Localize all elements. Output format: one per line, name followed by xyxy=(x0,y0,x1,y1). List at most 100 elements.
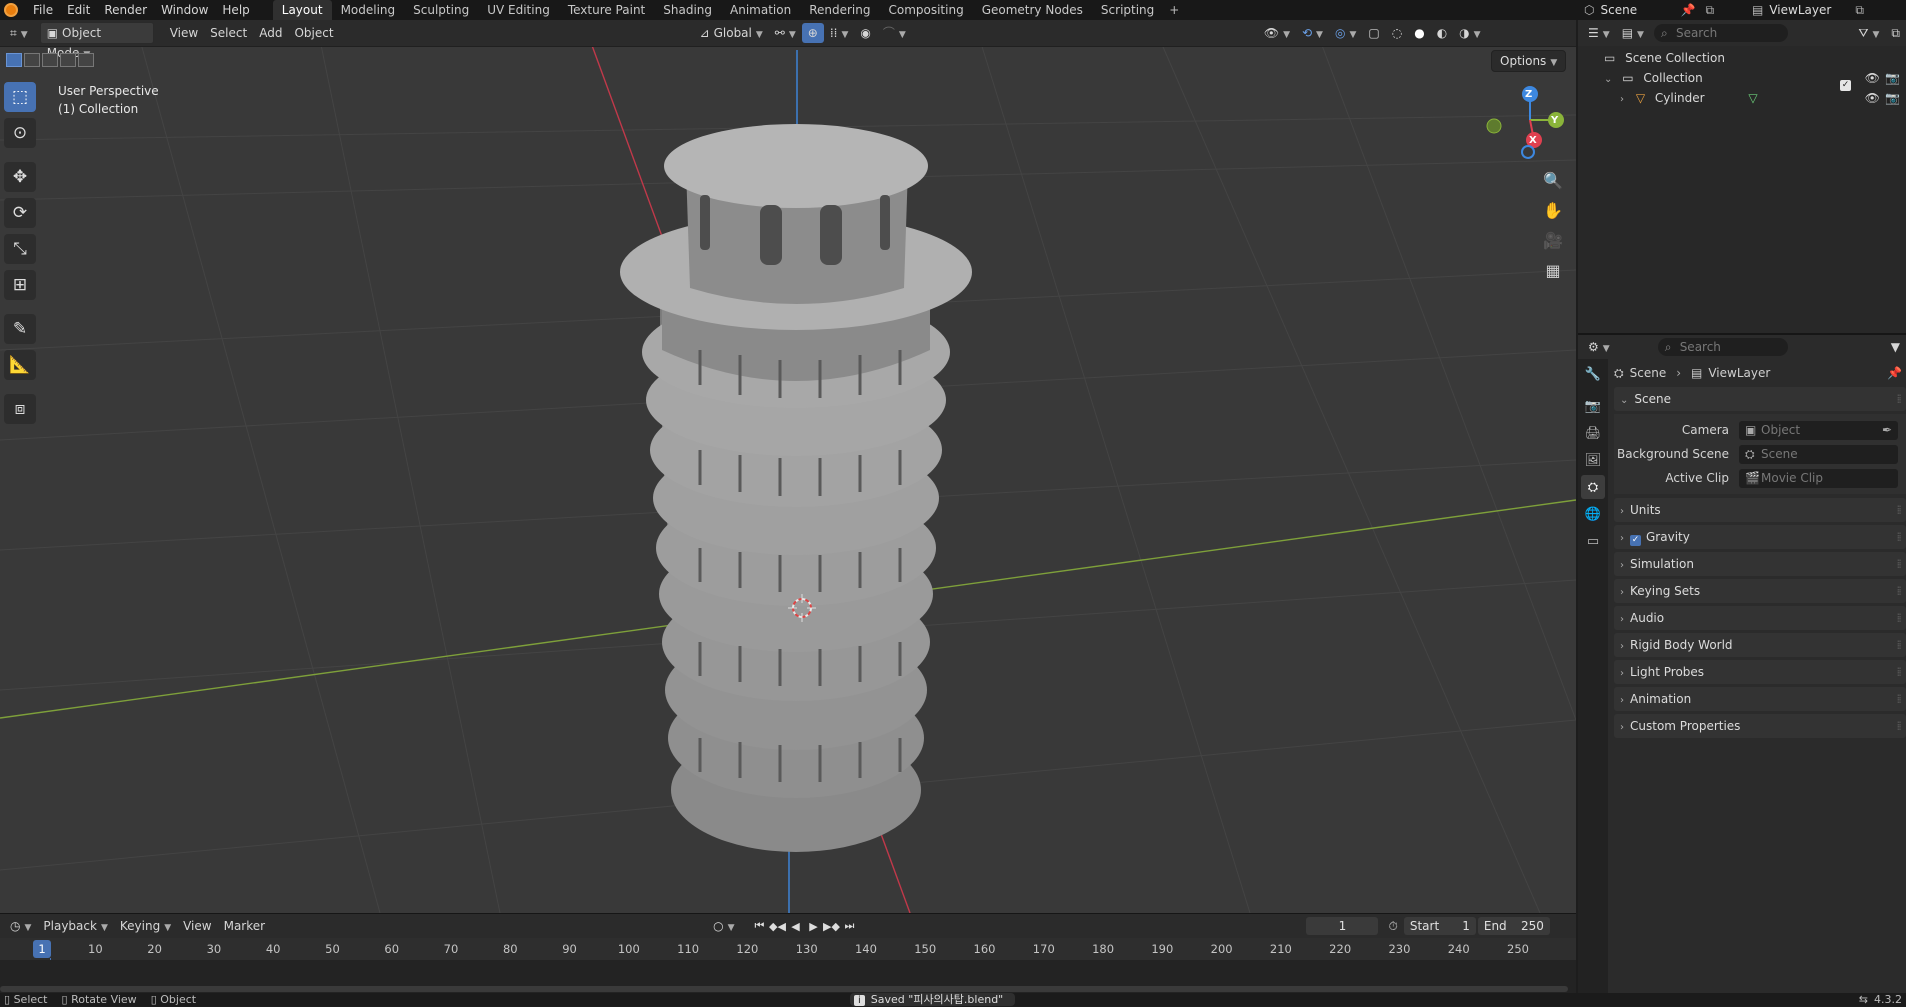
menu-view[interactable]: View xyxy=(164,23,204,43)
panel-animation[interactable]: › Animation ⁞⁞ xyxy=(1614,687,1906,711)
timeline-track[interactable] xyxy=(0,960,1576,994)
outliner-row-scene-collection[interactable]: ▭ Scene Collection xyxy=(1578,48,1906,68)
new-scene-icon[interactable]: ⧉ xyxy=(1705,3,1714,18)
auto-key-icon[interactable]: ○ ▼ xyxy=(707,916,740,936)
jump-start-icon[interactable]: ⏮ xyxy=(750,917,768,935)
render-tab-icon[interactable]: 📷 xyxy=(1581,394,1605,418)
tab-layout[interactable]: Layout xyxy=(272,0,332,20)
select-invert-icon[interactable] xyxy=(60,53,76,67)
stopwatch-icon[interactable]: ⏱ xyxy=(1388,919,1397,934)
3d-viewport[interactable]: Z Y X ⌗▼ ▣Object Mode▼ View Select Add O… xyxy=(0,20,1576,913)
tab-animation[interactable]: Animation xyxy=(721,0,800,20)
play-icon[interactable]: ▶ xyxy=(804,917,822,935)
xray-icon[interactable]: ▢ xyxy=(1362,23,1385,43)
mode-dropdown[interactable]: ▣Object Mode▼ xyxy=(39,22,154,60)
menu-keying[interactable]: Keying ▼ xyxy=(114,916,177,936)
rotate-tool-icon[interactable]: ⟳ xyxy=(4,198,36,228)
rendered-shading-icon[interactable]: ◑ ▼ xyxy=(1453,23,1486,43)
view-layer-selector[interactable]: ▤ ViewLayer ⧉ xyxy=(1752,0,1864,20)
move-tool-icon[interactable]: ✥ xyxy=(4,162,36,192)
properties-editor-type-icon[interactable]: ⚙ ▼ xyxy=(1582,337,1616,357)
tab-scripting[interactable]: Scripting xyxy=(1092,0,1163,20)
blender-logo-icon[interactable] xyxy=(4,3,18,17)
tab-geometry-nodes[interactable]: Geometry Nodes xyxy=(973,0,1092,20)
panel-simulation[interactable]: › Simulation ⁞⁞ xyxy=(1614,552,1906,576)
camera-icon[interactable]: 📷 xyxy=(1885,88,1900,108)
outliner-editor-type-icon[interactable]: ☰ ▼ xyxy=(1582,23,1616,43)
new-view-layer-icon[interactable]: ⧉ xyxy=(1855,3,1864,18)
timeline-editor-type-icon[interactable]: ◷ ▼ xyxy=(4,916,37,936)
menu-playback[interactable]: Playback ▼ xyxy=(37,916,113,936)
timeline-scrollbar[interactable] xyxy=(0,986,1568,992)
menu-add[interactable]: Add xyxy=(253,23,288,43)
menu-file[interactable]: File xyxy=(26,0,60,20)
outliner-search-input[interactable]: Search xyxy=(1653,24,1788,42)
select-new-icon[interactable] xyxy=(6,53,22,67)
overlay-toggle-icon[interactable]: ◎ ▼ xyxy=(1329,23,1362,43)
camera-view-icon[interactable]: 🎥 xyxy=(1541,228,1565,252)
menu-select[interactable]: Select xyxy=(204,23,253,43)
pivot-icon[interactable]: ⚯ ▼ xyxy=(769,23,802,43)
pan-hand-icon[interactable]: ✋ xyxy=(1541,198,1565,222)
add-cube-tool-icon[interactable]: ⧈ xyxy=(4,394,36,424)
transform-tool-icon[interactable]: ⊞ xyxy=(4,270,36,300)
panel-scene[interactable]: ⌄ Scene ⁞⁞ xyxy=(1614,387,1906,411)
background-scene-field[interactable]: ⛭ Scene xyxy=(1739,444,1898,464)
outliner-row-collection[interactable]: ⌄ ▭ Collection ✓ 👁 📷 xyxy=(1578,68,1906,91)
camera-field[interactable]: ▣ Object ✒ xyxy=(1739,420,1898,440)
tab-shading[interactable]: Shading xyxy=(654,0,721,20)
camera-icon[interactable]: 📷 xyxy=(1885,68,1900,88)
tab-texture-paint[interactable]: Texture Paint xyxy=(559,0,654,20)
tab-sculpting[interactable]: Sculpting xyxy=(404,0,478,20)
select-intersect-icon[interactable] xyxy=(78,53,94,67)
menu-help[interactable]: Help xyxy=(215,0,256,20)
scene-tab-icon[interactable]: ⛭ xyxy=(1581,475,1605,499)
play-reverse-icon[interactable]: ◀ xyxy=(786,917,804,935)
panel-units[interactable]: › Units ⁞⁞ xyxy=(1614,498,1906,522)
scene-name[interactable]: Scene xyxy=(1600,3,1670,17)
timeline-ruler[interactable]: 1 10 20 30 40 50 60 70 80 90 100 110 120 130 140 150 160… xyxy=(0,938,1576,998)
panel-light-probes[interactable]: › Light Probes ⁞⁞ xyxy=(1614,660,1906,684)
eye-icon[interactable]: 👁 xyxy=(1865,88,1880,108)
display-mode-icon[interactable]: ▤ ▼ xyxy=(1616,23,1650,43)
expand-chevron-icon[interactable]: › xyxy=(1620,94,1624,105)
pin-icon[interactable]: 📌 xyxy=(1680,3,1695,17)
select-extend-icon[interactable] xyxy=(24,53,40,67)
options-button[interactable]: Options ▼ xyxy=(1491,50,1567,72)
wireframe-shading-icon[interactable]: ◌ xyxy=(1386,23,1408,43)
visibility-icon[interactable]: 👁 ▼ xyxy=(1258,23,1296,43)
panel-keying-sets[interactable]: › Keying Sets ⁞⁞ xyxy=(1614,579,1906,603)
expand-chevron-icon[interactable]: ⌄ xyxy=(1604,74,1612,85)
end-frame-field[interactable]: End 250 xyxy=(1477,917,1550,935)
properties-search-input[interactable]: Search xyxy=(1657,338,1788,356)
tab-compositing[interactable]: Compositing xyxy=(879,0,972,20)
panel-rigid-body-world[interactable]: › Rigid Body World ⁞⁞ xyxy=(1614,633,1906,657)
panel-custom-properties[interactable]: › Custom Properties ⁞⁞ xyxy=(1614,714,1906,738)
ortho-toggle-icon[interactable]: ▦ xyxy=(1541,258,1565,282)
tab-modeling[interactable]: Modeling xyxy=(332,0,405,20)
prev-keyframe-icon[interactable]: ◆◀ xyxy=(768,917,786,935)
current-frame-field[interactable]: 1 xyxy=(1306,917,1379,935)
snap-toggle-icon[interactable]: ⊕ xyxy=(801,23,824,43)
menu-object[interactable]: Object xyxy=(288,23,339,43)
add-workspace-icon[interactable]: + xyxy=(1163,3,1185,17)
panel-gravity[interactable]: › ✓ Gravity ⁞⁞ xyxy=(1614,525,1906,549)
output-tab-icon[interactable]: 🖨 xyxy=(1581,421,1605,445)
menu-timeline-view[interactable]: View xyxy=(177,916,217,936)
gizmo-toggle-icon[interactable]: ⟲ ▼ xyxy=(1296,23,1329,43)
filter-icon[interactable]: ⛛ ▼ xyxy=(1852,23,1885,43)
menu-marker[interactable]: Marker xyxy=(218,916,271,936)
menu-window[interactable]: Window xyxy=(154,0,215,20)
menu-edit[interactable]: Edit xyxy=(60,0,97,20)
jump-end-icon[interactable]: ⏭ xyxy=(840,917,858,935)
new-collection-icon[interactable]: ⧉ xyxy=(1885,23,1906,43)
panel-audio[interactable]: › Audio ⁞⁞ xyxy=(1614,606,1906,630)
zoom-icon[interactable]: 🔍 xyxy=(1541,168,1565,192)
gravity-checkbox[interactable]: ✓ xyxy=(1630,535,1641,546)
transform-orientation-dropdown[interactable]: ⊿ Global ▼ xyxy=(694,23,769,43)
annotate-tool-icon[interactable]: ✎ xyxy=(4,314,36,344)
mesh-data-icon[interactable]: ▽ xyxy=(1748,91,1757,105)
scene-selector[interactable]: ⬡ Scene 📌 ⧉ xyxy=(1578,0,1714,20)
start-frame-field[interactable]: Start 1 xyxy=(1403,917,1476,935)
tab-uv-editing[interactable]: UV Editing xyxy=(478,0,559,20)
